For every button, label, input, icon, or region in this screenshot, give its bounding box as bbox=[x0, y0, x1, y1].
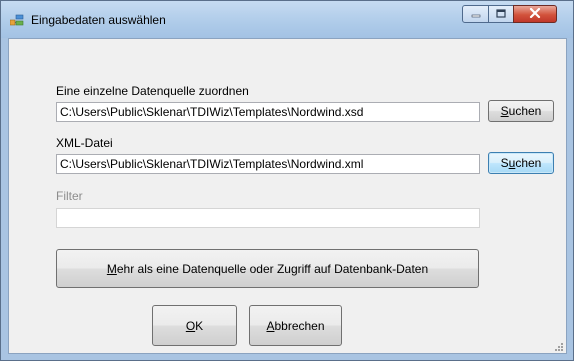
cancel-button[interactable]: Abbrechen bbox=[249, 305, 342, 346]
dialog-window: Eingabedaten auswählen Eine einzelne Dat… bbox=[0, 0, 574, 361]
close-icon bbox=[529, 7, 541, 21]
xml-file-label: XML-Datei bbox=[56, 136, 113, 150]
search-xml-file-button[interactable]: Suchen bbox=[488, 152, 554, 174]
maximize-icon bbox=[496, 7, 506, 21]
data-source-app-icon bbox=[9, 14, 24, 26]
filter-label: Filter bbox=[56, 189, 83, 203]
ok-button[interactable]: OK bbox=[152, 305, 237, 346]
dialog-client-area: Eine einzelne Datenquelle zuordnen Suche… bbox=[8, 38, 567, 354]
search-single-source-button[interactable]: Suchen bbox=[488, 100, 554, 122]
title-bar[interactable]: Eingabedaten auswählen bbox=[1, 1, 573, 38]
window-title: Eingabedaten auswählen bbox=[31, 13, 166, 27]
multiple-sources-button[interactable]: Mehr als eine Datenquelle oder Zugriff a… bbox=[56, 249, 479, 288]
close-button[interactable] bbox=[513, 5, 557, 23]
filter-input[interactable] bbox=[56, 208, 480, 228]
xml-file-path-input[interactable] bbox=[56, 154, 480, 174]
resize-grip-icon[interactable] bbox=[554, 341, 564, 351]
single-source-path-input[interactable] bbox=[56, 102, 480, 122]
single-source-label: Eine einzelne Datenquelle zuordnen bbox=[56, 84, 249, 98]
maximize-button[interactable] bbox=[488, 5, 514, 23]
minimize-button[interactable] bbox=[462, 5, 489, 23]
minimize-icon bbox=[471, 7, 481, 21]
